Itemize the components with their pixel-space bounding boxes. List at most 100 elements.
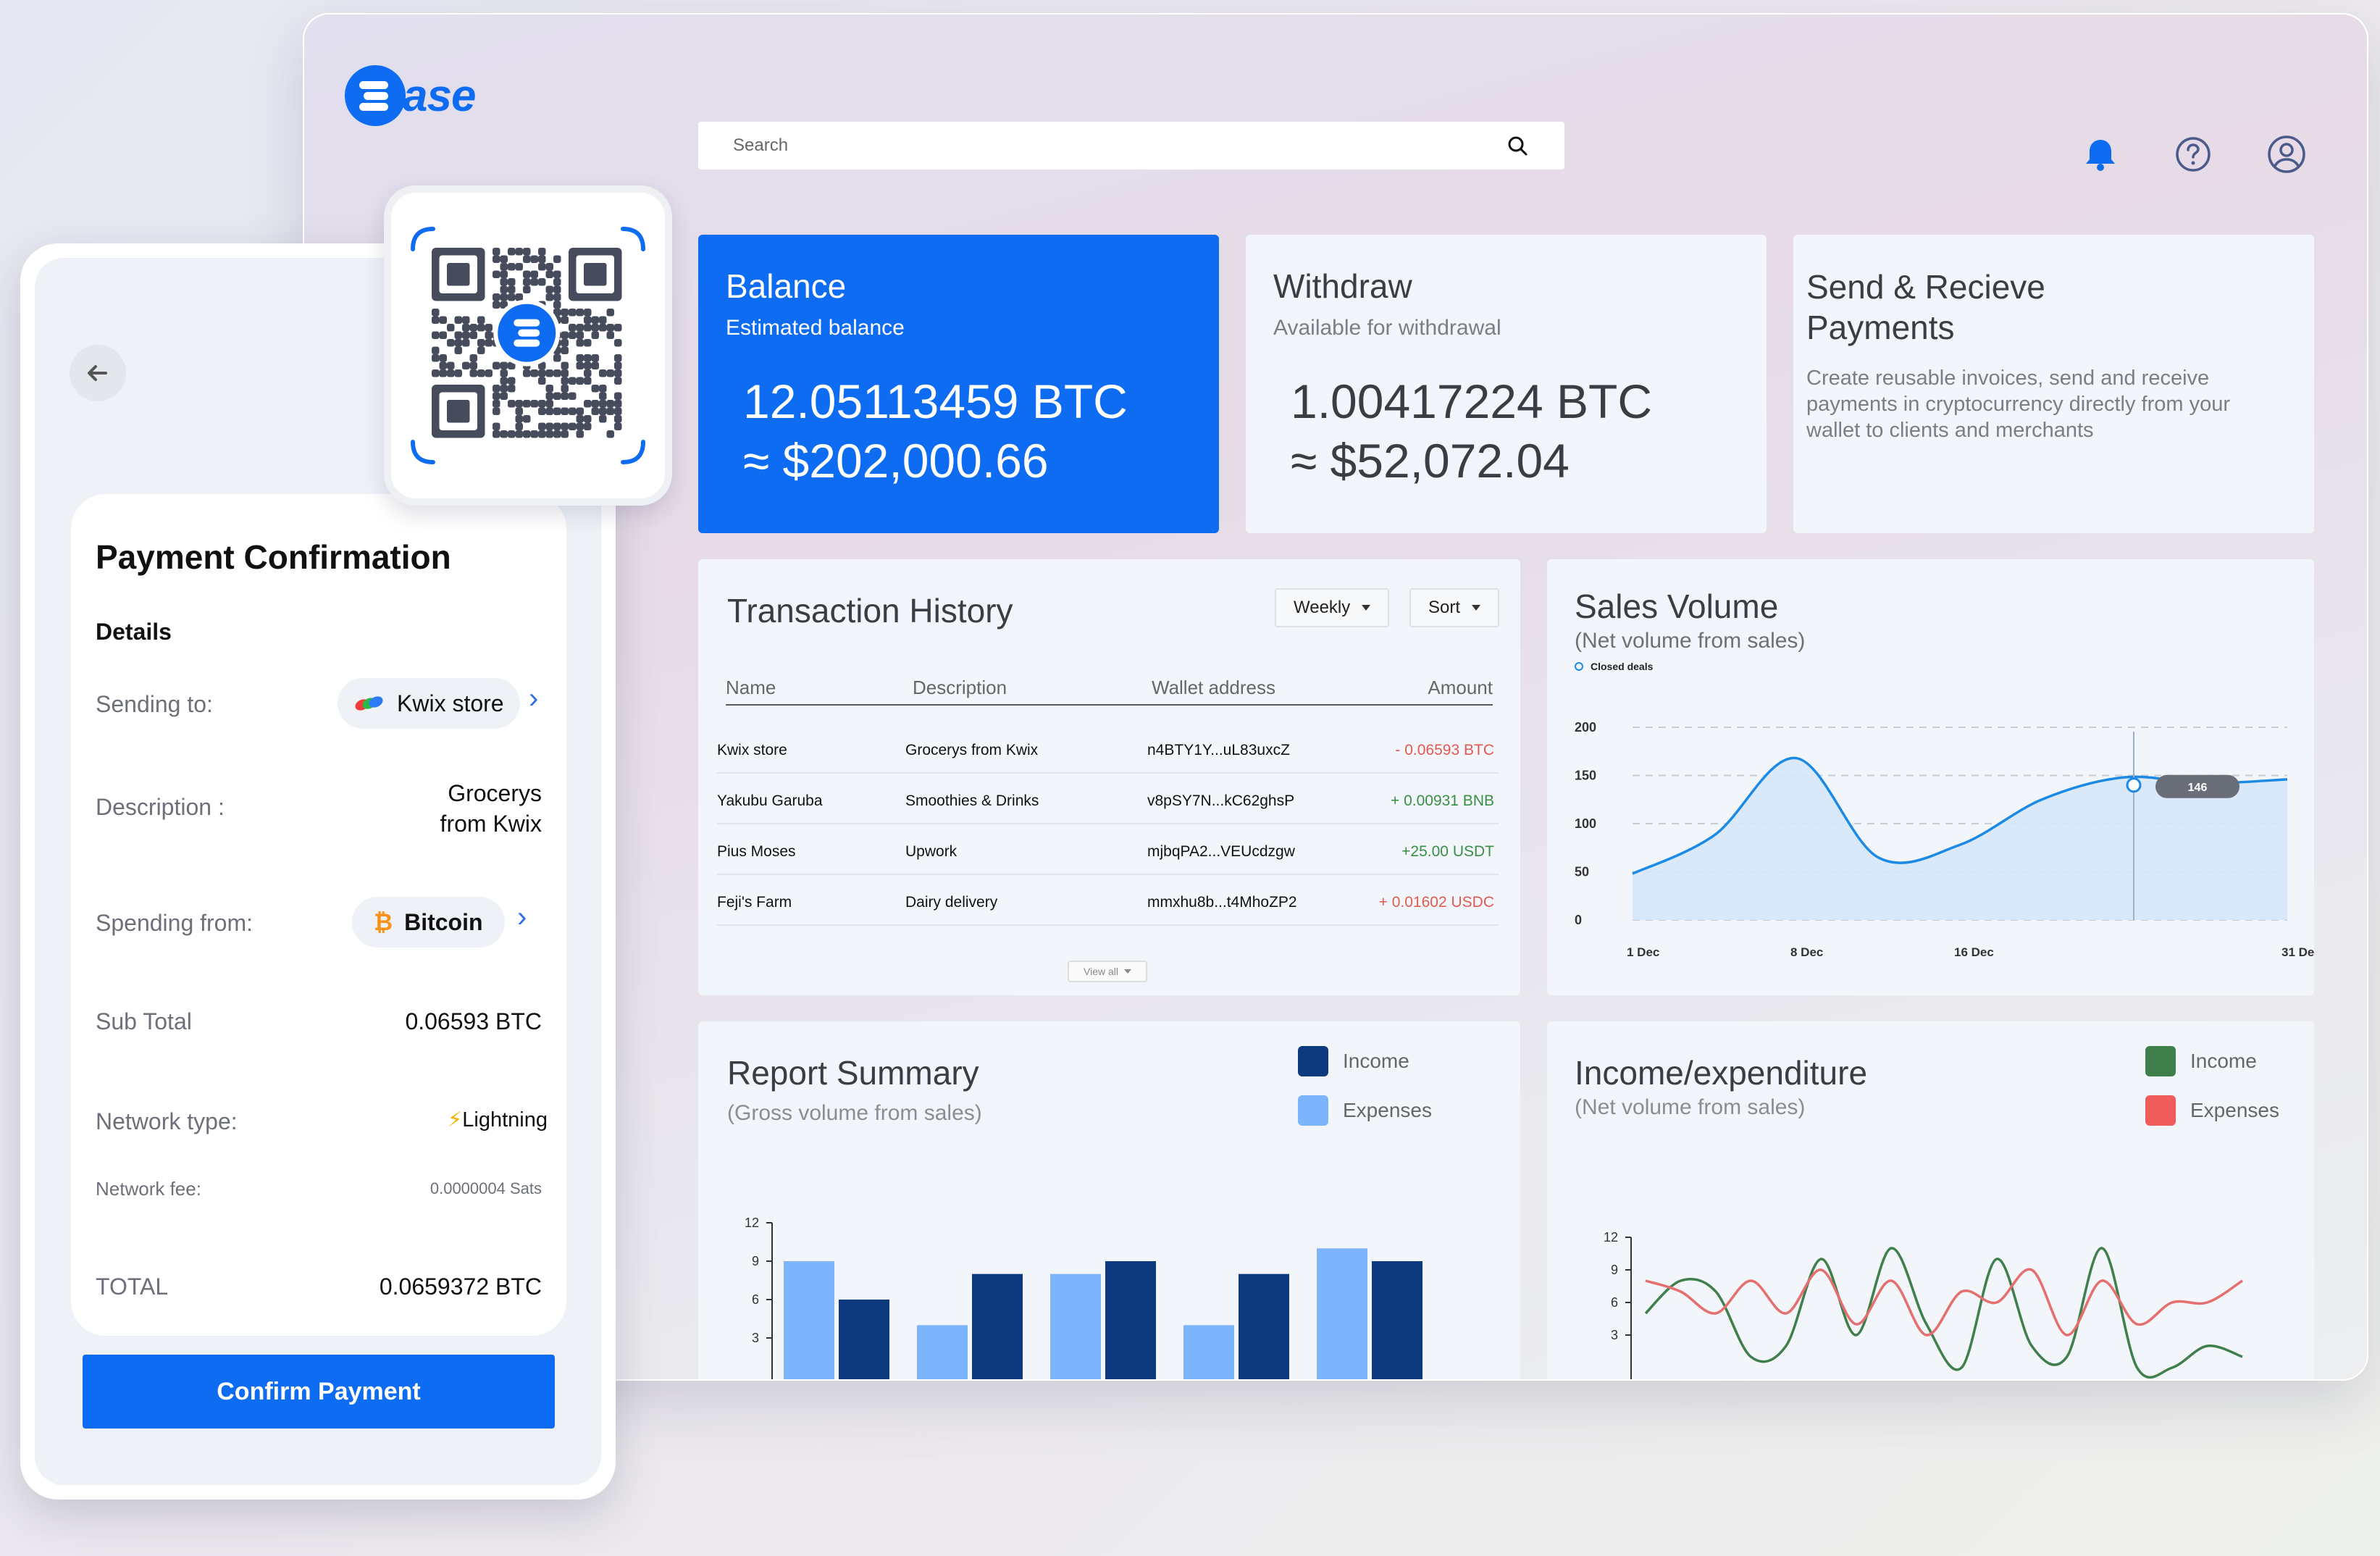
qr-module (614, 392, 622, 400)
qr-module (508, 248, 516, 256)
qr-module (553, 430, 561, 438)
qr-module (485, 369, 493, 377)
help-icon[interactable] (2173, 134, 2213, 175)
qr-module (523, 278, 531, 286)
search-input[interactable] (733, 135, 1505, 156)
qr-module (530, 278, 538, 286)
qr-module (599, 400, 607, 408)
qr-module (493, 400, 500, 408)
qr-module (515, 422, 523, 430)
wallet-pill[interactable]: ₿ Bitcoin (352, 897, 505, 948)
qr-module (538, 377, 546, 385)
network-type-text: Lightning (462, 1108, 548, 1132)
qr-module (508, 400, 516, 408)
qr-module (545, 293, 553, 301)
payment-title: Payment Confirmation (96, 538, 451, 576)
qr-finder-core (447, 263, 470, 286)
search-icon[interactable] (1505, 133, 1530, 158)
qr-module (469, 324, 477, 332)
qr-module (500, 270, 508, 278)
chevron-right-icon[interactable]: › (517, 901, 527, 934)
qr-module (584, 339, 592, 347)
chevron-right-icon[interactable]: › (529, 682, 538, 715)
send-receive-title: Send & Recieve Payments (1806, 267, 2045, 348)
qr-module (469, 361, 477, 369)
qr-module (500, 293, 508, 301)
qr-module (469, 331, 477, 339)
qr-module (508, 430, 516, 438)
qr-finder-core (447, 400, 470, 423)
bar-expenses (1239, 1273, 1289, 1379)
qr-module (432, 316, 440, 324)
qr-module (493, 361, 500, 369)
report-summary-chart: 3 6 9 12 (745, 1216, 1422, 1379)
qr-module (545, 392, 553, 400)
qr-module (515, 407, 523, 415)
qr-module (523, 430, 531, 438)
qr-module (508, 263, 516, 271)
transaction-history-card: Transaction History Weekly Sort Name Des… (698, 559, 1520, 995)
table-row[interactable]: Feji's Farm Dairy delivery mmxhu8b...t4Mho… (717, 877, 1499, 926)
qr-module (538, 278, 546, 286)
recipient-name: Kwix store (397, 690, 504, 716)
qr-module (591, 385, 599, 393)
cell-name: Feji's Farm (717, 894, 792, 911)
balance-title: Balance (726, 267, 847, 305)
payment-confirmation-sheet: Payment Confirmation Details Sending to:… (71, 494, 566, 1336)
balance-card[interactable]: Balance Estimated balance 12.05113459 BT… (698, 235, 1219, 533)
y-tick-label: 6 (1611, 1295, 1618, 1310)
y-tick-label: 150 (1575, 769, 1596, 783)
scan-corner-icon (621, 440, 645, 464)
total-label: TOTAL (96, 1273, 169, 1300)
qr-module (599, 415, 607, 423)
account-icon[interactable] (2266, 134, 2307, 175)
table-row[interactable]: Pius Moses Upwork mjbqPA2...VEUcdzgw +25.00… (717, 826, 1499, 875)
y-tick-label: 50 (1575, 865, 1589, 879)
table-row[interactable]: Yakubu Garuba Smoothies & Drinks v8pSY7N..… (717, 775, 1499, 824)
sales-volume-chart: 0 50 100 150 200 1 Dec 8 Dec 16 Dec 31 Dec 146 (1575, 720, 2314, 959)
column-header: Name (726, 677, 776, 698)
y-tick-label: 6 (752, 1292, 759, 1307)
qr-module (538, 430, 546, 438)
balance-usd: ≈ $202,000.66 (743, 434, 1049, 488)
chevron-down-icon (1124, 969, 1131, 974)
qr-module (614, 377, 622, 385)
qr-module (500, 285, 508, 293)
brand-logo[interactable]: ase (345, 65, 476, 126)
cell-name: Yakubu Garuba (717, 792, 823, 809)
qr-module (545, 270, 553, 278)
send-receive-card[interactable]: Send & Recieve Payments Create reusable … (1793, 235, 2314, 533)
qr-module (493, 407, 500, 415)
recipient-pill[interactable]: Kwix store (338, 678, 520, 729)
view-all-button[interactable]: View all (1068, 961, 1147, 982)
confirm-payment-button[interactable]: Confirm Payment (83, 1355, 555, 1429)
qr-module (561, 346, 569, 354)
back-button[interactable] (70, 345, 126, 401)
qr-module (561, 369, 569, 377)
qr-module (508, 285, 516, 293)
qr-code-card[interactable] (384, 185, 672, 506)
qr-module (591, 331, 599, 339)
qr-module (576, 324, 584, 332)
period-dropdown[interactable]: Weekly (1275, 588, 1390, 627)
qr-module (606, 400, 614, 408)
qr-module (439, 361, 447, 369)
hover-point (2126, 777, 2142, 793)
withdraw-card[interactable]: Withdraw Available for withdrawal 1.0041… (1246, 235, 1767, 533)
table-row[interactable]: Kwix store Grocerys from Kwix n4BTY1Y...uL… (717, 724, 1499, 774)
qr-module (530, 369, 538, 377)
network-fee-label: Network fee: (96, 1178, 201, 1200)
qr-module (553, 255, 561, 263)
qr-module (477, 316, 485, 324)
table-header: Name Description Wallet address Amount (726, 677, 1493, 706)
qr-module (591, 407, 599, 415)
qr-module (493, 293, 500, 301)
qr-module (606, 324, 614, 332)
qr-module (477, 369, 485, 377)
qr-module (538, 407, 546, 415)
scan-corner-icon (411, 227, 435, 251)
qr-module (523, 270, 531, 278)
income-expenditure-card: Income/expenditure (Net volume from sale… (1547, 1021, 2314, 1379)
sort-dropdown[interactable]: Sort (1409, 588, 1500, 627)
bell-icon[interactable] (2080, 134, 2121, 175)
